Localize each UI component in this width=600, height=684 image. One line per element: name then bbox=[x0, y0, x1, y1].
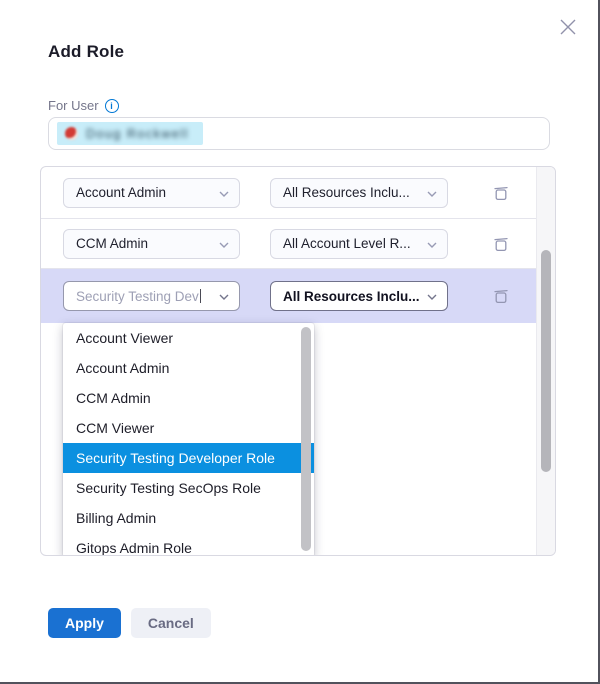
role-select-1[interactable]: Account Admin bbox=[63, 178, 240, 208]
delete-row-icon[interactable] bbox=[492, 235, 510, 253]
chevron-down-icon bbox=[421, 235, 437, 253]
list-scrollbar-track[interactable] bbox=[536, 167, 555, 555]
role-options-dropdown: Account Viewer Account Admin CCM Admin C… bbox=[63, 323, 314, 556]
chevron-down-icon bbox=[421, 287, 437, 305]
role-row-1: Account Admin All Resources Inclu... bbox=[41, 167, 536, 219]
dropdown-option[interactable]: Security Testing SecOps Role bbox=[63, 473, 314, 503]
modal-title: Add Role bbox=[48, 42, 124, 62]
role-select-2-value: CCM Admin bbox=[76, 236, 148, 251]
scope-select-2-value: All Account Level R... bbox=[283, 236, 411, 251]
dropdown-option[interactable]: Billing Admin bbox=[63, 503, 314, 533]
scope-select-1-value: All Resources Inclu... bbox=[283, 185, 410, 200]
role-rows: Account Admin All Resources Inclu... bbox=[41, 167, 536, 323]
scope-select-1[interactable]: All Resources Inclu... bbox=[270, 178, 448, 208]
scope-select-2[interactable]: All Account Level R... bbox=[270, 229, 448, 259]
text-caret bbox=[200, 289, 201, 303]
list-scrollbar-thumb[interactable] bbox=[541, 250, 551, 472]
user-chip-name: Doug Rockwell bbox=[86, 127, 189, 141]
close-icon[interactable] bbox=[558, 17, 578, 37]
dropdown-option[interactable]: CCM Admin bbox=[63, 383, 314, 413]
for-user-text: For User bbox=[48, 98, 99, 113]
cancel-button[interactable]: Cancel bbox=[131, 608, 211, 638]
dropdown-option[interactable]: Account Viewer bbox=[63, 323, 314, 353]
dropdown-scrollbar-thumb[interactable] bbox=[301, 327, 311, 551]
role-rows-card: Account Admin All Resources Inclu... bbox=[40, 166, 556, 556]
scope-select-3-value: All Resources Inclu... bbox=[283, 289, 420, 304]
info-icon[interactable]: i bbox=[105, 99, 119, 113]
dropdown-option[interactable]: Gitops Admin Role bbox=[63, 533, 314, 556]
role-select-2[interactable]: CCM Admin bbox=[63, 229, 240, 259]
modal-footer: Apply Cancel bbox=[48, 608, 211, 638]
add-role-modal: Add Role For User i Doug Rockwell Accoun… bbox=[0, 0, 600, 684]
role-select-1-value: Account Admin bbox=[76, 185, 166, 200]
chevron-down-icon bbox=[213, 235, 229, 253]
dropdown-option[interactable]: Account Admin bbox=[63, 353, 314, 383]
dropdown-option-selected[interactable]: Security Testing Developer Role bbox=[63, 443, 314, 473]
delete-row-icon[interactable] bbox=[492, 287, 510, 305]
role-row-2: CCM Admin All Account Level R... bbox=[41, 219, 536, 269]
delete-row-icon[interactable] bbox=[492, 184, 510, 202]
role-select-3-combobox[interactable]: Security Testing Dev bbox=[63, 281, 240, 311]
for-user-label: For User i bbox=[48, 98, 119, 113]
scope-select-3[interactable]: All Resources Inclu... bbox=[270, 281, 448, 311]
dropdown-option[interactable]: CCM Viewer bbox=[63, 413, 314, 443]
chevron-down-icon bbox=[213, 184, 229, 202]
user-chip[interactable]: Doug Rockwell bbox=[57, 122, 203, 145]
role-row-3-active: Security Testing Dev All Resources Inclu… bbox=[41, 269, 536, 323]
role-select-3-value: Security Testing Dev bbox=[76, 289, 199, 304]
chevron-down-icon bbox=[213, 287, 229, 305]
chevron-down-icon bbox=[421, 184, 437, 202]
user-avatar bbox=[65, 127, 78, 140]
apply-button[interactable]: Apply bbox=[48, 608, 121, 638]
user-field[interactable]: Doug Rockwell bbox=[48, 117, 550, 150]
